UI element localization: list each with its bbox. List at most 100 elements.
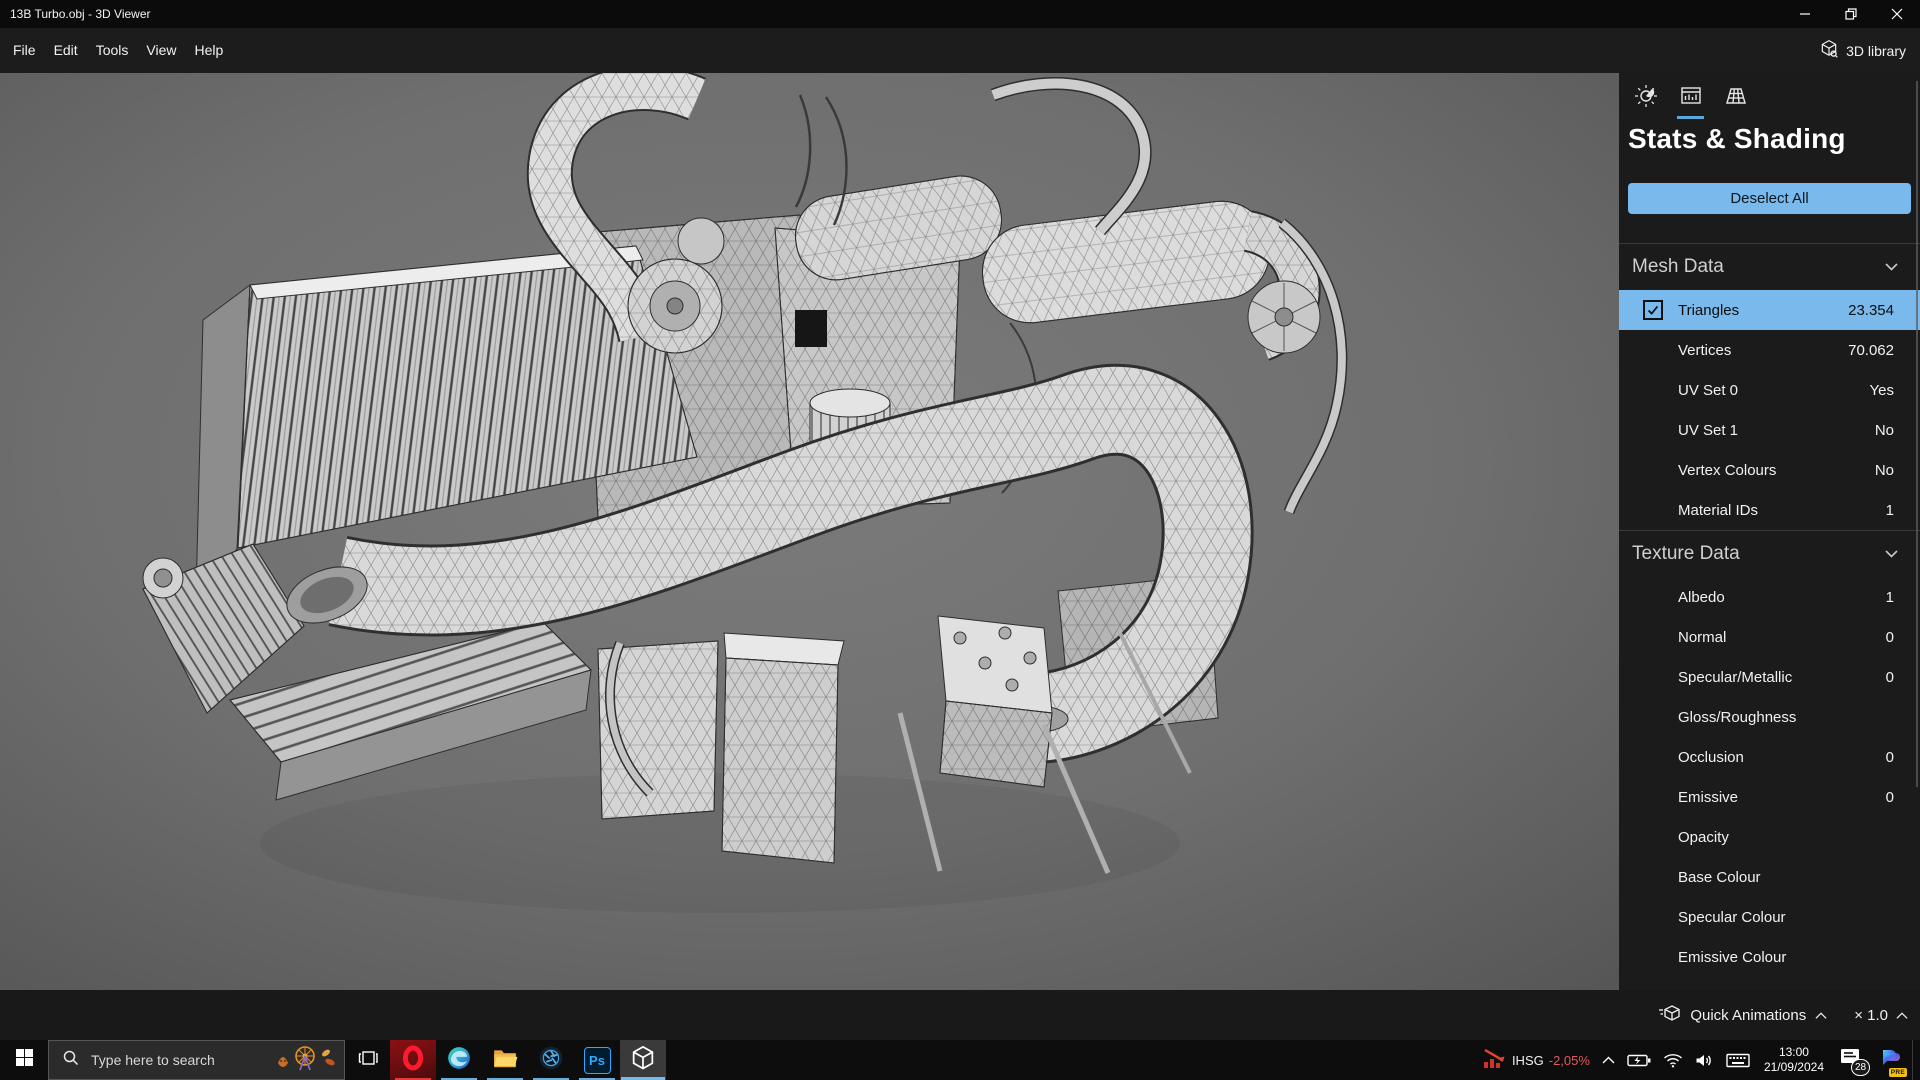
chevron-up-icon[interactable] <box>1896 1007 1908 1024</box>
row-label: UV Set 1 <box>1678 421 1739 439</box>
3d-viewport[interactable] <box>0 73 1619 990</box>
folder-icon <box>492 1045 518 1076</box>
stat-row[interactable]: Vertices 70.062 <box>1619 330 1920 370</box>
stat-row[interactable]: Vertex Colours No <box>1619 450 1920 490</box>
row-value: 0 <box>1885 668 1894 686</box>
deselect-all-button[interactable]: Deselect All <box>1628 183 1911 214</box>
close-button[interactable] <box>1874 0 1920 28</box>
volume-icon[interactable] <box>1689 1040 1720 1080</box>
row-value: 0 <box>1885 748 1894 766</box>
task-view-button[interactable] <box>345 1040 390 1080</box>
quick-animations-label[interactable]: Quick Animations <box>1690 1007 1806 1024</box>
stat-row[interactable]: UV Set 0 Yes <box>1619 370 1920 410</box>
taskbar-app-edge[interactable] <box>436 1040 482 1080</box>
copilot-preview-button[interactable]: PRE <box>1872 1040 1908 1080</box>
stat-row[interactable]: Base Colour <box>1619 857 1920 897</box>
perspective-grid-icon <box>1724 84 1748 113</box>
stats-chart-icon <box>1679 84 1703 113</box>
3d-library-button[interactable]: 3D library <box>1811 28 1914 73</box>
section-header[interactable]: Mesh Data <box>1619 244 1920 290</box>
clock-widget[interactable]: 13:00 21/09/2024 <box>1756 1040 1832 1080</box>
engine-wireframe-model <box>0 73 1619 990</box>
app-bottom-bar: Quick Animations × 1.0 <box>0 990 1920 1040</box>
stat-row[interactable]: Gloss/Roughness <box>1619 697 1920 737</box>
tab-grid-view[interactable] <box>1713 81 1758 115</box>
section-title: Texture Data <box>1632 543 1740 564</box>
panel-scrollbar[interactable] <box>1916 81 1918 787</box>
menu-help[interactable]: Help <box>185 28 232 73</box>
stat-row[interactable]: Opacity <box>1619 817 1920 857</box>
stat-row[interactable]: Specular/Metallic 0 <box>1619 657 1920 697</box>
tab-environment-lighting[interactable] <box>1623 81 1668 115</box>
battery-icon[interactable] <box>1621 1040 1657 1080</box>
menu-view[interactable]: View <box>137 28 185 73</box>
stat-row[interactable]: Emissive 0 <box>1619 777 1920 817</box>
row-label: Albedo <box>1678 588 1725 606</box>
row-value: 23.354 <box>1848 301 1894 319</box>
3d-viewer-cube-icon <box>629 1044 657 1077</box>
taskbar-app-photoshop[interactable]: Ps <box>574 1040 620 1080</box>
panel-sections: Mesh Data Triangles 23.354 Vertices 70.0… <box>1619 243 1920 977</box>
menu-edit[interactable]: Edit <box>45 28 87 73</box>
animation-speed-label[interactable]: × 1.0 <box>1854 1007 1888 1024</box>
row-value: 1 <box>1885 501 1894 519</box>
stock-ticker-widget[interactable]: IHSG -2,05% <box>1476 1040 1596 1080</box>
chevron-down-icon <box>1885 545 1898 563</box>
chevron-up-icon[interactable] <box>1815 1007 1827 1024</box>
row-label: Specular/Metallic <box>1678 668 1793 686</box>
panel-section: Texture Data Albedo 1 Normal 0 Specular/… <box>1619 530 1920 977</box>
taskbar-app-file-explorer[interactable] <box>482 1040 528 1080</box>
notification-count-badge: 28 <box>1851 1059 1870 1076</box>
stat-row[interactable]: Specular Colour <box>1619 897 1920 937</box>
stock-symbol: IHSG <box>1511 1052 1544 1068</box>
stat-row[interactable]: Albedo 1 <box>1619 577 1920 617</box>
section-header[interactable]: Texture Data <box>1619 531 1920 577</box>
window-title: 13B Turbo.obj - 3D Viewer <box>10 7 151 21</box>
row-value: No <box>1874 421 1894 439</box>
row-checkbox[interactable] <box>1643 300 1663 320</box>
stat-row[interactable]: Occlusion 0 <box>1619 737 1920 777</box>
stock-down-chart-icon <box>1482 1046 1508 1075</box>
stat-row[interactable]: UV Set 1 No <box>1619 410 1920 450</box>
row-label: Specular Colour <box>1678 908 1786 926</box>
taskbar-app-3d-viewer[interactable] <box>620 1040 666 1080</box>
search-icon <box>63 1050 79 1071</box>
search-placeholder-text: Type here to search <box>91 1052 215 1068</box>
row-label: Vertices <box>1678 341 1732 359</box>
sun-icon <box>1634 84 1658 113</box>
menu-tools[interactable]: Tools <box>87 28 138 73</box>
row-label: Emissive <box>1678 788 1739 806</box>
stat-row[interactable]: Emissive Colour <box>1619 937 1920 977</box>
show-desktop-button[interactable] <box>1912 1040 1918 1080</box>
panel-title: Stats & Shading <box>1628 123 1846 154</box>
camera-shutter-icon <box>538 1045 564 1076</box>
row-label: Emissive Colour <box>1678 948 1787 966</box>
panel-section: Mesh Data Triangles 23.354 Vertices 70.0… <box>1619 243 1920 530</box>
search-daily-decoration <box>274 1043 338 1078</box>
start-button[interactable] <box>0 1040 48 1080</box>
search-box[interactable]: Type here to search <box>48 1040 345 1080</box>
notification-center-button[interactable]: 28 <box>1832 1040 1872 1080</box>
stat-row[interactable]: Material IDs 1 <box>1619 490 1920 530</box>
row-label: UV Set 0 <box>1678 381 1739 399</box>
3d-library-label: 3D library <box>1846 42 1906 59</box>
copilot-preview-badge: PRE <box>1888 1068 1907 1077</box>
stat-row[interactable]: Triangles 23.354 <box>1619 290 1920 330</box>
menu-file[interactable]: File <box>4 28 45 73</box>
restore-button[interactable] <box>1828 0 1874 28</box>
row-value: No <box>1874 461 1894 479</box>
row-label: Normal <box>1678 628 1727 646</box>
stat-row[interactable]: Normal 0 <box>1619 617 1920 657</box>
minimize-button[interactable] <box>1782 0 1828 28</box>
taskbar-app-shutter[interactable] <box>528 1040 574 1080</box>
opera-icon <box>400 1045 426 1076</box>
tab-stats-shading[interactable] <box>1668 81 1713 119</box>
row-value: 1 <box>1885 588 1894 606</box>
row-value: 0 <box>1885 628 1894 646</box>
touch-keyboard-icon[interactable] <box>1720 1040 1756 1080</box>
hidden-icons-chevron[interactable] <box>1596 1040 1621 1080</box>
wifi-icon[interactable] <box>1657 1040 1689 1080</box>
taskbar-app-opera[interactable] <box>390 1040 436 1080</box>
stats-shading-panel: Stats & Shading Deselect All Mesh Data T… <box>1619 73 1920 990</box>
row-label: Base Colour <box>1678 868 1761 886</box>
